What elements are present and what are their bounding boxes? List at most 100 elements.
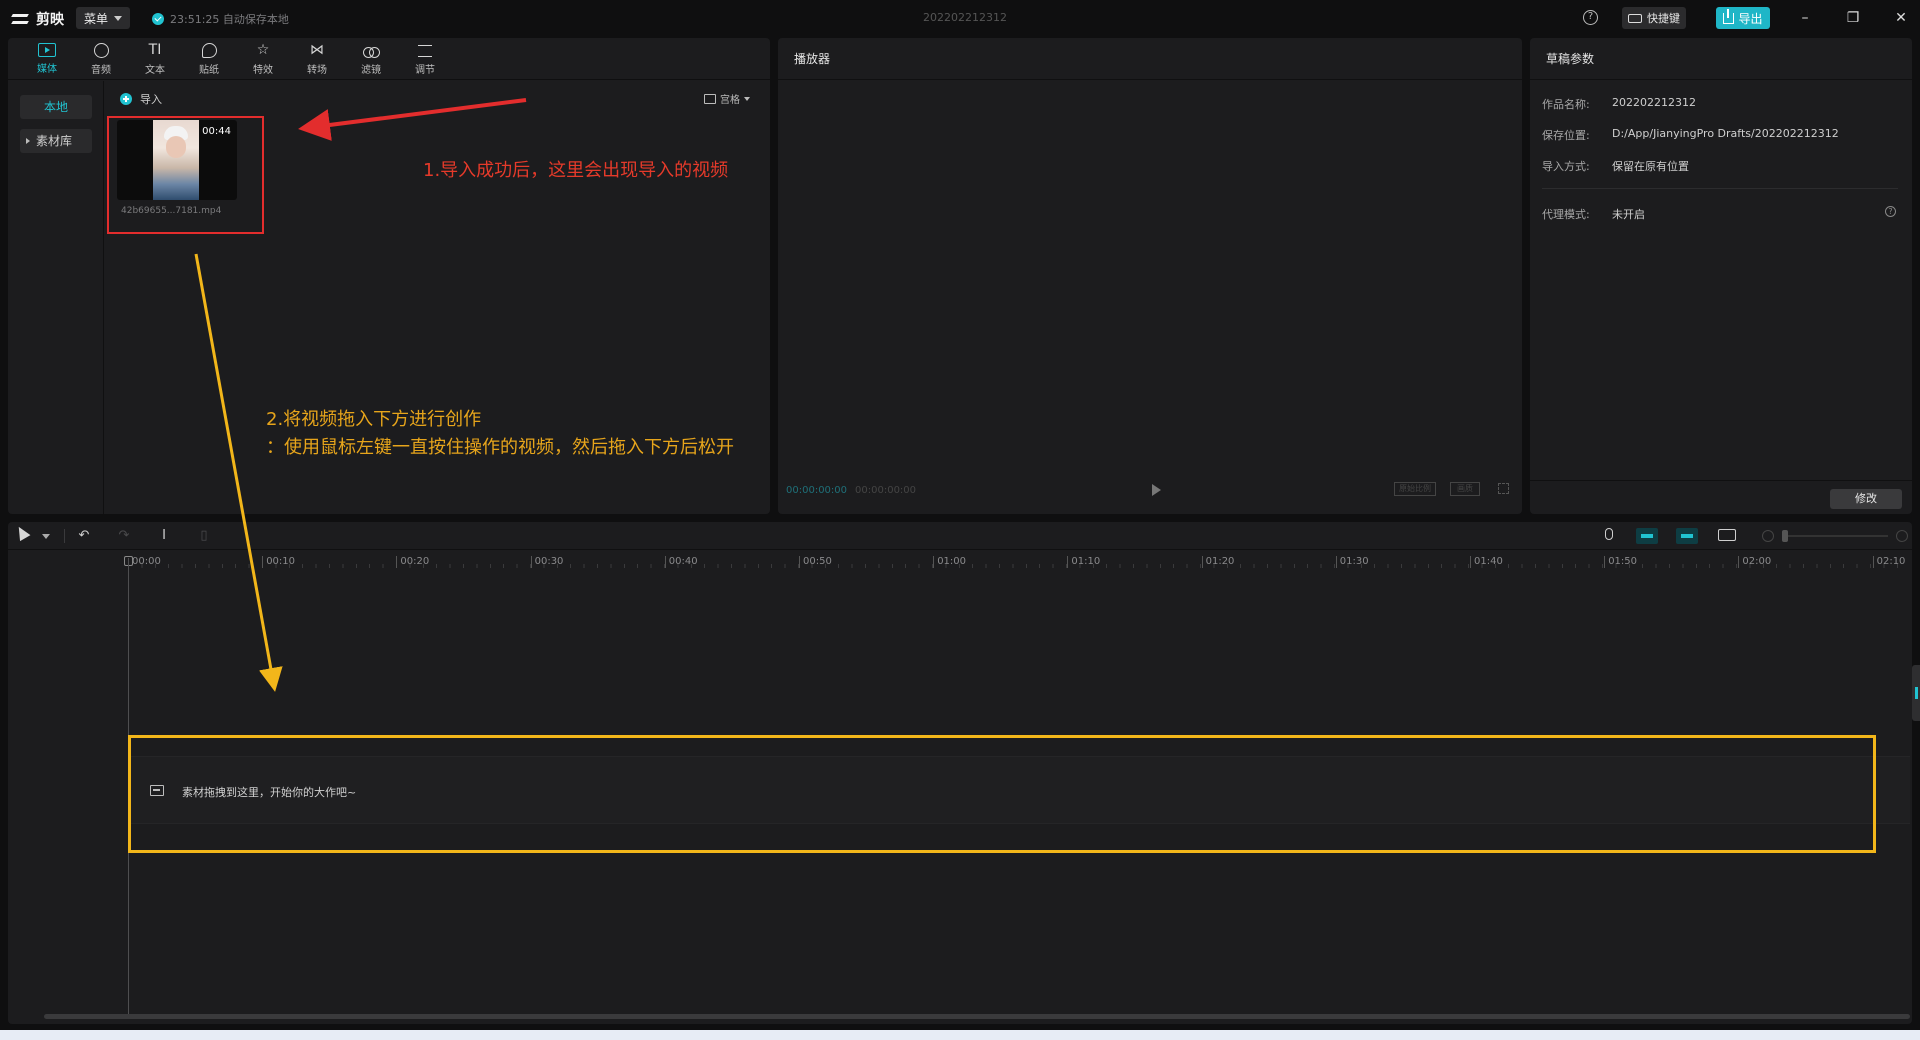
ruler-tick-label: 00:20 xyxy=(396,556,429,568)
redo-icon[interactable]: ↷ xyxy=(116,528,132,544)
ruler-tick-label: 02:00 xyxy=(1738,556,1771,568)
tab-audio[interactable]: 音频 xyxy=(74,38,128,80)
tab-adjust[interactable]: 调节 xyxy=(398,38,452,80)
aspect-ratio-button[interactable]: 原始比例 xyxy=(1394,482,1436,496)
taskbar-strip xyxy=(0,1030,1920,1040)
linkage-toggle-icon[interactable] xyxy=(1676,528,1698,544)
tab-effects[interactable]: ☆ 特效 xyxy=(236,38,290,80)
ruler-tick-label: 00:10 xyxy=(262,556,295,568)
maximize-button[interactable]: ❐ xyxy=(1843,8,1863,28)
filter-icon xyxy=(362,42,380,58)
param-row-proxy: 代理模式: 未开启 ? xyxy=(1542,206,1896,222)
chevron-down-icon xyxy=(114,15,123,21)
timeline-ruler[interactable]: 00:00 00:10 00:20 00:30 00:40 00:50 01:00 01:10… xyxy=(8,550,1912,570)
transition-icon: ⋈ xyxy=(310,42,324,58)
divider xyxy=(1542,188,1898,189)
annotation-step2-detail: ：使用鼠标左键一直按住操作的视频，然后拖入下方后松开 xyxy=(266,437,734,458)
help-icon[interactable]: ? xyxy=(1583,10,1598,25)
total-timecode: 00:00:00:00 xyxy=(855,484,917,496)
param-label: 保存位置: xyxy=(1542,129,1590,142)
annotation-yellow-box xyxy=(128,735,1876,853)
tab-label: 转场 xyxy=(307,65,327,76)
divider xyxy=(64,529,65,543)
tab-label: 特效 xyxy=(253,65,273,76)
tab-label: 媒体 xyxy=(37,64,57,75)
param-value: 202202212312 xyxy=(1612,96,1696,109)
shortcut-button[interactable]: 快捷键 xyxy=(1622,7,1686,29)
param-row-import-mode: 导入方式: 保留在原有位置 xyxy=(1542,158,1896,174)
tab-transition[interactable]: ⋈ 转场 xyxy=(290,38,344,80)
param-label: 导入方式: xyxy=(1542,160,1590,173)
export-icon xyxy=(1723,8,1735,24)
title-bar: 剪映 菜单 23:51:25 自动保存本地 202202212312 ? 快捷键… xyxy=(0,0,1920,36)
param-value: D:/App/JianyingPro Drafts/202202212312 xyxy=(1612,127,1839,140)
keyboard-icon xyxy=(1628,13,1642,23)
minimize-button[interactable]: – xyxy=(1795,8,1815,28)
zoom-in-icon[interactable] xyxy=(1896,530,1908,542)
app-name: 剪映 xyxy=(36,12,64,28)
zoom-slider-thumb[interactable] xyxy=(1782,530,1788,542)
param-label: 作品名称: xyxy=(1542,98,1590,111)
import-label: 导入 xyxy=(140,93,162,106)
export-label: 导出 xyxy=(1738,11,1763,26)
zoom-slider[interactable] xyxy=(1784,535,1888,537)
tab-sticker[interactable]: 贴纸 xyxy=(182,38,236,80)
import-button[interactable]: 导入 xyxy=(120,91,162,107)
view-mode-select[interactable]: 宫格 xyxy=(704,91,750,106)
side-nav-local[interactable]: 本地 xyxy=(20,95,92,119)
check-circle-icon xyxy=(152,13,164,25)
media-icon xyxy=(38,43,56,57)
annotation-red-box xyxy=(107,116,264,234)
tab-text[interactable]: TI 文本 xyxy=(128,38,182,80)
ruler-tick-label: 00:30 xyxy=(530,556,563,568)
chevron-down-icon[interactable] xyxy=(42,534,50,539)
player-controls: 00:00:00:00 00:00:00:00 原始比例 画质 xyxy=(786,478,1514,502)
current-timecode: 00:00:00:00 xyxy=(786,484,848,496)
ruler-tick-label: 01:20 xyxy=(1201,556,1234,568)
draft-footer: 修改 xyxy=(1530,480,1912,514)
param-row-name: 作品名称: 202202212312 xyxy=(1542,96,1896,112)
export-button[interactable]: 导出 xyxy=(1716,7,1770,29)
draft-header: 草稿参数 xyxy=(1530,38,1912,80)
sticker-icon xyxy=(201,42,217,58)
chevron-right-icon xyxy=(26,138,30,144)
info-icon[interactable]: ? xyxy=(1885,206,1896,217)
draft-title: 草稿参数 xyxy=(1546,52,1595,66)
preview-axis-icon[interactable] xyxy=(1718,529,1736,541)
side-nav-library[interactable]: 素材库 xyxy=(20,129,92,153)
chevron-down-icon xyxy=(744,96,750,101)
undo-icon[interactable]: ↶ xyxy=(76,528,92,544)
capcut-logo-icon xyxy=(12,12,30,26)
audio-icon xyxy=(93,42,109,58)
cursor-select-icon[interactable] xyxy=(13,523,31,542)
quality-button[interactable]: 画质 xyxy=(1450,482,1480,496)
modify-button[interactable]: 修改 xyxy=(1830,489,1902,509)
fullscreen-icon[interactable] xyxy=(1498,483,1509,494)
ruler-tick-label: 01:40 xyxy=(1470,556,1503,568)
tab-filter[interactable]: 滤镜 xyxy=(344,38,398,80)
param-row-location: 保存位置: D:/App/JianyingPro Drafts/20220221… xyxy=(1542,127,1896,143)
play-icon[interactable] xyxy=(1152,484,1161,496)
ruler-tick-label: 00:50 xyxy=(799,556,832,568)
timeline-scrollbar[interactable] xyxy=(44,1014,1910,1019)
annotation-step2-title: 2.将视频拖入下方进行创作 xyxy=(266,409,482,430)
param-value: 保留在原有位置 xyxy=(1612,160,1689,173)
tab-label: 滤镜 xyxy=(361,65,381,76)
side-nav-library-label: 素材库 xyxy=(36,134,73,148)
ruler-tick-label: 01:10 xyxy=(1067,556,1100,568)
tab-label: 音频 xyxy=(91,64,111,76)
ruler-tick-label: 01:00 xyxy=(933,556,966,568)
close-button[interactable]: ✕ xyxy=(1891,8,1911,28)
menu-button[interactable]: 菜单 xyxy=(76,7,130,29)
zoom-out-icon[interactable] xyxy=(1762,530,1774,542)
annotation-step1: 1.导入成功后，这里会出现导入的视频 xyxy=(423,160,729,181)
microphone-icon[interactable] xyxy=(1605,528,1613,540)
track-height-handle[interactable] xyxy=(1912,665,1920,721)
param-value: 未开启 xyxy=(1612,208,1645,221)
app-window: 剪映 菜单 23:51:25 自动保存本地 202202212312 ? 快捷键… xyxy=(0,0,1920,1040)
split-icon[interactable]: I xyxy=(156,528,172,544)
tab-media[interactable]: 媒体 xyxy=(20,38,74,80)
param-label: 代理模式: xyxy=(1542,208,1590,221)
delete-icon[interactable]: ▯ xyxy=(196,528,212,544)
main-track-magnet-icon[interactable] xyxy=(1636,528,1658,544)
